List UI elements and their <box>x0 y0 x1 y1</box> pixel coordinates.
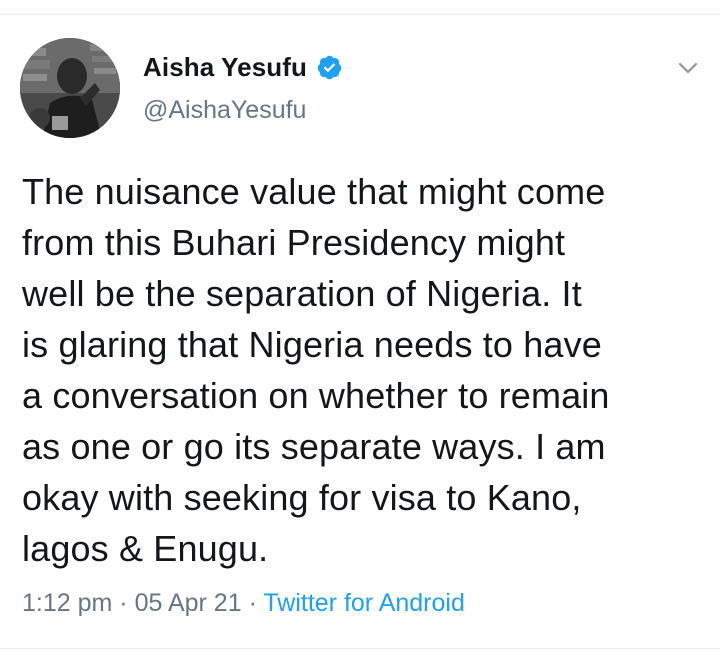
tweet-text-line: as one or go its separate ways. I am <box>22 426 606 467</box>
tweet-source-link[interactable]: Twitter for Android <box>263 589 464 617</box>
meta-separator: · <box>119 589 128 617</box>
tweet-text: The nuisance value that might come from … <box>22 166 712 574</box>
avatar-image <box>20 38 120 138</box>
chevron-down-icon[interactable] <box>676 56 700 80</box>
tweet-date[interactable]: 05 Apr 21 <box>135 589 242 617</box>
tweet-text-line: a conversation on whether to remain <box>22 375 610 416</box>
bottom-divider <box>0 648 720 649</box>
tweet-text-line: from this Buhari Presidency might <box>22 222 566 263</box>
meta-separator: · <box>248 589 257 617</box>
verified-badge-icon <box>316 54 343 81</box>
tweet-time[interactable]: 1:12 pm <box>22 589 112 617</box>
top-divider <box>0 14 720 15</box>
tweet-text-line: well be the separation of Nigeria. It <box>22 273 582 314</box>
author-handle[interactable]: @AishaYesufu <box>143 96 306 125</box>
author-display-name[interactable]: Aisha Yesufu <box>143 52 307 83</box>
tweet-text-line: okay with seeking for visa to Kano, <box>22 477 582 518</box>
tweet-text-line: lagos & Enugu. <box>22 528 269 569</box>
tweet-metadata: 1:12 pm · 05 Apr 21 · Twitter for Androi… <box>22 589 465 618</box>
author-name-row[interactable]: Aisha Yesufu <box>143 50 343 84</box>
tweet-text-line: is glaring that Nigeria needs to have <box>22 324 602 365</box>
avatar[interactable] <box>20 38 120 138</box>
tweet-text-line: The nuisance value that might come <box>22 171 606 212</box>
